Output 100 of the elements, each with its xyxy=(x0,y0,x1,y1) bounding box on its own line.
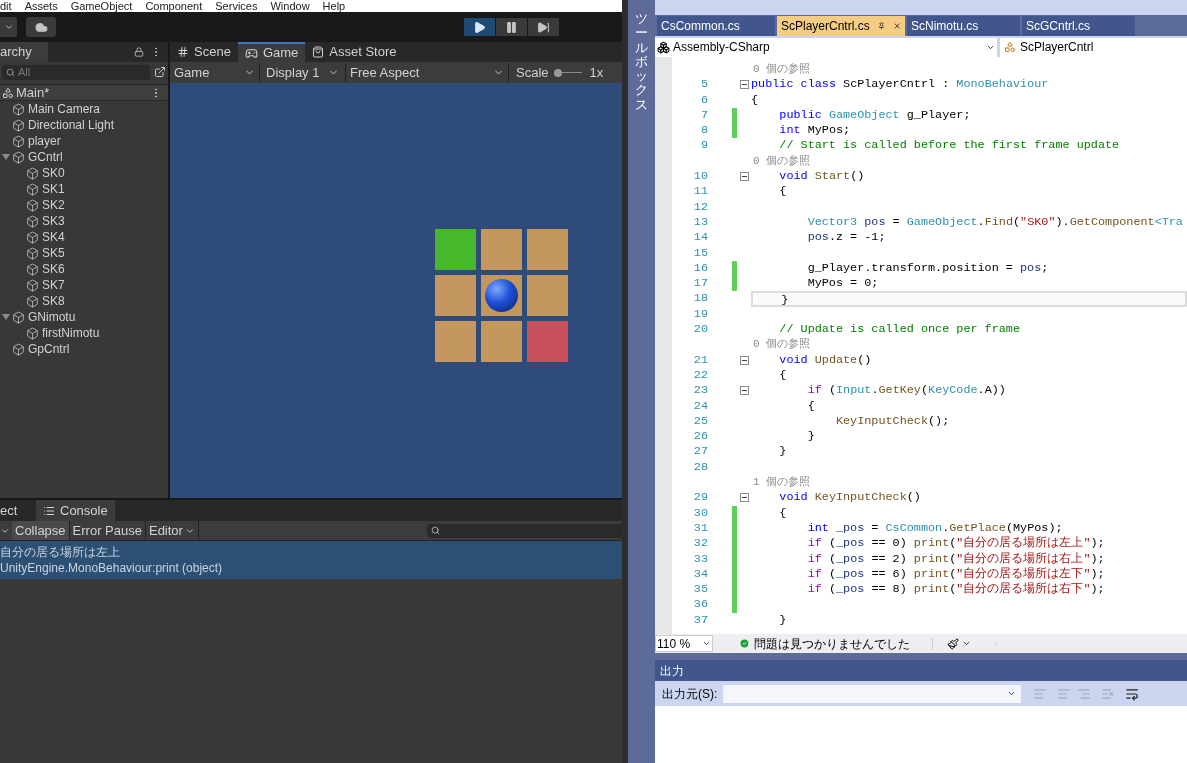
menu-item[interactable]: Window xyxy=(270,0,310,12)
close-icon[interactable] xyxy=(892,20,901,32)
line-number: 28 xyxy=(693,459,708,474)
step-button[interactable] xyxy=(528,18,559,36)
hierarchy-item[interactable]: GpCntrl xyxy=(28,340,70,358)
hierarchy-item[interactable]: GNimotu xyxy=(28,308,76,326)
hierarchy-item[interactable]: SK6 xyxy=(42,260,65,278)
hierarchy-item[interactable]: firstNimotu xyxy=(42,324,100,342)
hierarchy-item[interactable]: SK8 xyxy=(42,292,65,310)
line-number: 19 xyxy=(693,306,708,321)
menu-item[interactable]: Assets xyxy=(24,0,58,12)
hierarchy-item[interactable]: Main Camera xyxy=(28,100,101,118)
play-button[interactable] xyxy=(464,18,495,36)
pause-icon xyxy=(505,20,518,34)
collapse-icon[interactable] xyxy=(740,172,749,182)
collapse-icon[interactable] xyxy=(740,493,749,503)
scale-slider[interactable] xyxy=(553,68,582,77)
hierarchy-item[interactable]: SK1 xyxy=(42,180,65,198)
hierarchy-item[interactable]: SK2 xyxy=(42,196,65,214)
collapse-icon[interactable] xyxy=(740,386,749,396)
reference-count[interactable]: 0 個の参照 xyxy=(751,338,811,351)
code-line: void Update() xyxy=(778,352,872,367)
cube-icon xyxy=(26,246,39,260)
line-number: 34 xyxy=(693,566,708,581)
file-tab[interactable]: ScPlayerCntrl.cs xyxy=(777,16,905,36)
code-line: void Start() xyxy=(778,169,865,184)
line-number: 33 xyxy=(693,551,708,566)
check-icon xyxy=(739,638,750,649)
code-line: { xyxy=(778,184,787,199)
code-line: if (_pos == 2) print("自分の居る場所は右上"); xyxy=(806,551,1105,566)
file-tab[interactable]: ScGCntrl.cs xyxy=(1022,16,1135,36)
word-wrap-icon[interactable] xyxy=(1125,686,1140,701)
lock-icon[interactable] xyxy=(134,47,144,57)
output-header: 出力 xyxy=(655,660,1187,681)
menu-item[interactable]: Component xyxy=(145,0,203,12)
hierarchy-item[interactable]: SK7 xyxy=(42,276,65,294)
line-number: 30 xyxy=(693,505,708,520)
menu-item[interactable]: Services xyxy=(215,0,258,12)
hierarchy-item[interactable]: SK5 xyxy=(42,244,65,262)
code-line: int _pos = CsCommon.GetPlace(MyPos); xyxy=(806,520,1063,535)
code-line: int MyPos; xyxy=(778,123,851,138)
reference-count[interactable]: 1 個の参照 xyxy=(751,476,811,488)
view-tab[interactable]: Game xyxy=(237,42,306,62)
line-number: 29 xyxy=(693,490,708,505)
code-line: void KeyInputCheck() xyxy=(778,490,921,505)
hierarchy-item[interactable]: Directional Light xyxy=(28,116,115,134)
cube-icon xyxy=(26,262,39,276)
reference-count[interactable]: 0 個の参照 xyxy=(751,63,811,75)
expanded-arrow-icon[interactable] xyxy=(2,153,10,161)
collapse-icon[interactable] xyxy=(740,80,749,90)
search-field[interactable]: All xyxy=(2,64,150,80)
line-number: 35 xyxy=(693,582,708,597)
caret-icon xyxy=(3,22,14,32)
display-dropdown[interactable]: Display 1 xyxy=(260,62,346,83)
menu-item[interactable]: Help xyxy=(322,0,346,12)
code-line: Vector3 pos = GameObject.Find("SK0").GetComponent<Tra xyxy=(806,214,1183,229)
pause-button[interactable] xyxy=(496,18,527,36)
pin-icon[interactable] xyxy=(877,21,885,31)
caret-icon[interactable] xyxy=(962,639,971,648)
code-line: } xyxy=(806,429,815,444)
code-line: // Update is called once per frame xyxy=(778,322,1020,337)
menu-item[interactable]: GameObject xyxy=(70,0,133,12)
log-entry[interactable]: 自分の居る場所は左上 UnityEngine.MonoBehaviour:print (object) xyxy=(0,541,622,579)
editor-dropdown[interactable]: Editor xyxy=(145,521,199,540)
expanded-arrow-icon[interactable] xyxy=(2,313,10,321)
panel-tab[interactable]: Console xyxy=(36,500,115,521)
class-dropdown[interactable]: ScPlayerCntrl xyxy=(1000,37,1187,57)
toggle-button[interactable]: Collapse xyxy=(12,521,70,540)
cloud-button[interactable] xyxy=(26,17,56,37)
hierarchy-item[interactable]: GCntrl xyxy=(28,148,63,166)
zoom-dropdown[interactable]: 110 % xyxy=(655,635,713,652)
project-dropdown[interactable]: Assembly-CSharp xyxy=(655,37,997,57)
mode-dropdown[interactable]: Game xyxy=(170,62,260,83)
aspect-dropdown[interactable]: Free Aspect xyxy=(346,62,509,83)
line-number: 32 xyxy=(693,536,708,551)
collapse-icon[interactable] xyxy=(740,355,749,365)
line-number: 13 xyxy=(693,214,708,229)
cube-icon xyxy=(26,294,39,308)
console-search-field[interactable] xyxy=(427,523,622,538)
menu-item[interactable]: dit xyxy=(0,0,12,12)
log-message: 自分の居る場所は左上 xyxy=(0,544,121,560)
line-number: 27 xyxy=(693,444,708,459)
file-tab[interactable]: CsCommon.cs xyxy=(657,16,775,36)
hierarchy-item[interactable]: SK4 xyxy=(42,228,65,246)
line-number: 21 xyxy=(693,352,708,367)
scene-icon xyxy=(2,86,14,99)
hierarchy-tab[interactable]: archy xyxy=(0,42,48,62)
brush-icon[interactable] xyxy=(947,637,959,650)
hierarchy-item[interactable]: SK3 xyxy=(42,212,65,230)
line-number: 37 xyxy=(693,612,708,627)
line-number: 31 xyxy=(693,520,708,535)
scene-header[interactable]: Main* xyxy=(0,84,168,101)
toolbox-tab[interactable]: ツールボックス xyxy=(635,12,648,113)
file-tab[interactable]: ScNimotu.cs xyxy=(907,16,1020,36)
caret-icon xyxy=(1007,689,1017,698)
hierarchy-item[interactable]: player xyxy=(28,132,61,150)
hierarchy-item[interactable]: SK0 xyxy=(42,164,65,182)
cube-icon xyxy=(12,134,25,148)
code-line: { xyxy=(806,398,815,413)
reference-count[interactable]: 0 個の参照 xyxy=(751,154,811,167)
